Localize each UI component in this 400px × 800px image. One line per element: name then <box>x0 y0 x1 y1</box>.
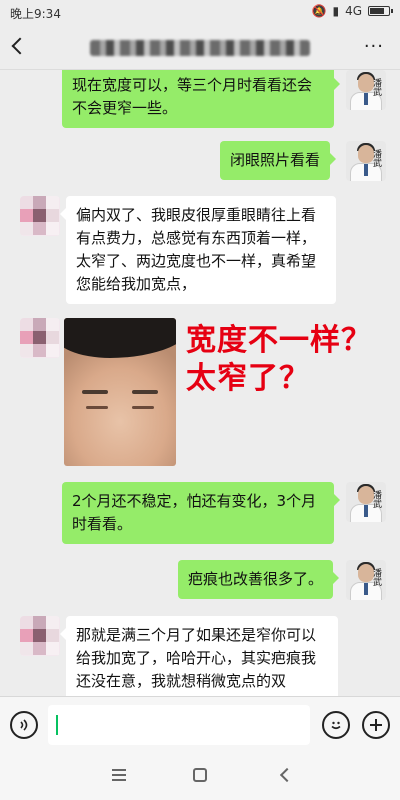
message-text: 2个月还不稳定，怕还有变化，3个月时看看。 <box>72 492 317 533</box>
nav-home-icon[interactable] <box>193 768 207 782</box>
doctor-avatar[interactable]: 潘武 <box>346 70 386 110</box>
status-icons: 🔕 ▮ 4G <box>311 4 393 18</box>
message-bubble-outgoing[interactable]: 现在宽度可以，等三个月时看看还会不会更窄一些。 <box>62 70 340 128</box>
more-icon[interactable]: ··· <box>364 36 384 57</box>
message-text: 现在宽度可以，等三个月时看看还会不会更窄一些。 <box>72 76 313 117</box>
message-bubble-outgoing[interactable]: 疤痕也改善很多了。 <box>178 560 340 599</box>
doctor-avatar[interactable]: 潘武 <box>346 560 386 600</box>
chat-header: ··· <box>0 26 400 70</box>
doctor-avatar[interactable]: 潘武 <box>346 141 386 181</box>
message-text: 疤痕也改善很多了。 <box>188 570 324 588</box>
message-bubble-outgoing[interactable]: 闭眼照片看看 <box>220 141 337 180</box>
back-icon[interactable] <box>11 37 29 55</box>
doctor-avatar[interactable]: 潘武 <box>346 482 386 522</box>
message-input[interactable] <box>48 705 310 745</box>
patient-avatar[interactable] <box>20 196 60 236</box>
patient-avatar[interactable] <box>20 318 60 358</box>
message-bubble-outgoing[interactable]: 2个月还不稳定，怕还有变化，3个月时看看。 <box>62 482 340 544</box>
voice-icon[interactable] <box>10 711 38 739</box>
annotation-line-2: 太窄了？ <box>186 361 310 396</box>
nav-menu-icon[interactable] <box>112 769 126 781</box>
battery-icon <box>368 6 393 16</box>
mute-icon: 🔕 <box>311 4 327 18</box>
status-bar: 晚上9:34 🔕 ▮ 4G <box>0 0 400 26</box>
patient-avatar[interactable] <box>20 616 60 656</box>
red-annotation-text: 宽度不一样？ 太窄了？ <box>186 322 372 398</box>
add-icon[interactable] <box>362 711 390 739</box>
emoji-icon[interactable] <box>322 711 350 739</box>
closed-eye-photo[interactable] <box>64 318 176 466</box>
input-bar <box>0 696 400 752</box>
nav-back-icon[interactable] <box>279 767 295 783</box>
chat-title-redacted <box>90 40 310 56</box>
message-text: 偏内双了、我眼皮很厚重眼睛往上看有点费力，总感觉有东西顶着一样，太窄了、两边宽度… <box>76 206 317 293</box>
chat-area[interactable]: 现在宽度可以，等三个月时看看还会不会更窄一些。 潘武 闭眼照片看看 潘武 偏内双… <box>0 70 400 696</box>
message-bubble-incoming[interactable]: 偏内双了、我眼皮很厚重眼睛往上看有点费力，总感觉有东西顶着一样，太窄了、两边宽度… <box>60 196 336 304</box>
annotation-line-1: 宽度不一样？ <box>186 323 372 358</box>
network-label: 4G <box>345 4 362 18</box>
status-time: 晚上9:34 <box>10 7 61 21</box>
message-text: 闭眼照片看看 <box>230 151 321 169</box>
message-text: 那就是满三个月了如果还是窄你可以给我加宽了，哈哈开心，其实疤痕我还没在意，我就想… <box>76 626 317 690</box>
text-caret <box>56 715 58 735</box>
message-bubble-incoming[interactable]: 那就是满三个月了如果还是窄你可以给我加宽了，哈哈开心，其实疤痕我还没在意，我就想… <box>60 616 338 696</box>
system-nav-bar <box>0 752 400 800</box>
signal-icon: ▮ <box>332 4 340 18</box>
